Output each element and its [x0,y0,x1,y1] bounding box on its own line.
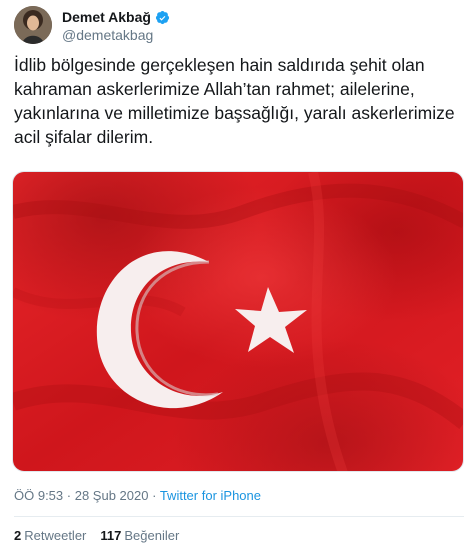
author-display-name[interactable]: Demet Akbağ [62,9,151,25]
likes-stat[interactable]: 117 Beğeniler [100,528,179,543]
meta-separator: · [66,488,72,503]
avatar[interactable] [14,6,52,44]
turkish-flag-image[interactable] [12,171,464,472]
tweet-meta: ÖÖ 9:53 · 28 Şub 2020 · Twitter for iPho… [14,488,261,503]
likes-count: 117 [100,528,122,543]
tweet-time[interactable]: ÖÖ 9:53 [14,488,63,503]
tweet-source-link[interactable]: Twitter for iPhone [160,488,261,503]
retweets-stat[interactable]: 2 Retweetler [14,528,86,543]
tweet-stats: 2 Retweetler 117 Beğeniler [14,528,179,543]
author-block: Demet Akbağ @demetakbag [62,8,170,43]
flag-graphic [13,172,463,471]
author-handle[interactable]: @demetakbag [62,27,170,43]
tweet-date[interactable]: 28 Şub 2020 [75,488,149,503]
display-name-row: Demet Akbağ [62,8,170,26]
divider [14,516,464,517]
tweet-card: Demet Akbağ @demetakbag İdlib bölgesinde… [0,0,476,555]
likes-label: Beğeniler [124,528,180,543]
retweets-count: 2 [14,528,22,543]
tweet-text: İdlib bölgesinde gerçekleşen hain saldır… [14,55,455,147]
retweets-label: Retweetler [24,528,87,543]
verified-badge-icon [155,10,170,24]
meta-separator-2: · [152,488,157,503]
